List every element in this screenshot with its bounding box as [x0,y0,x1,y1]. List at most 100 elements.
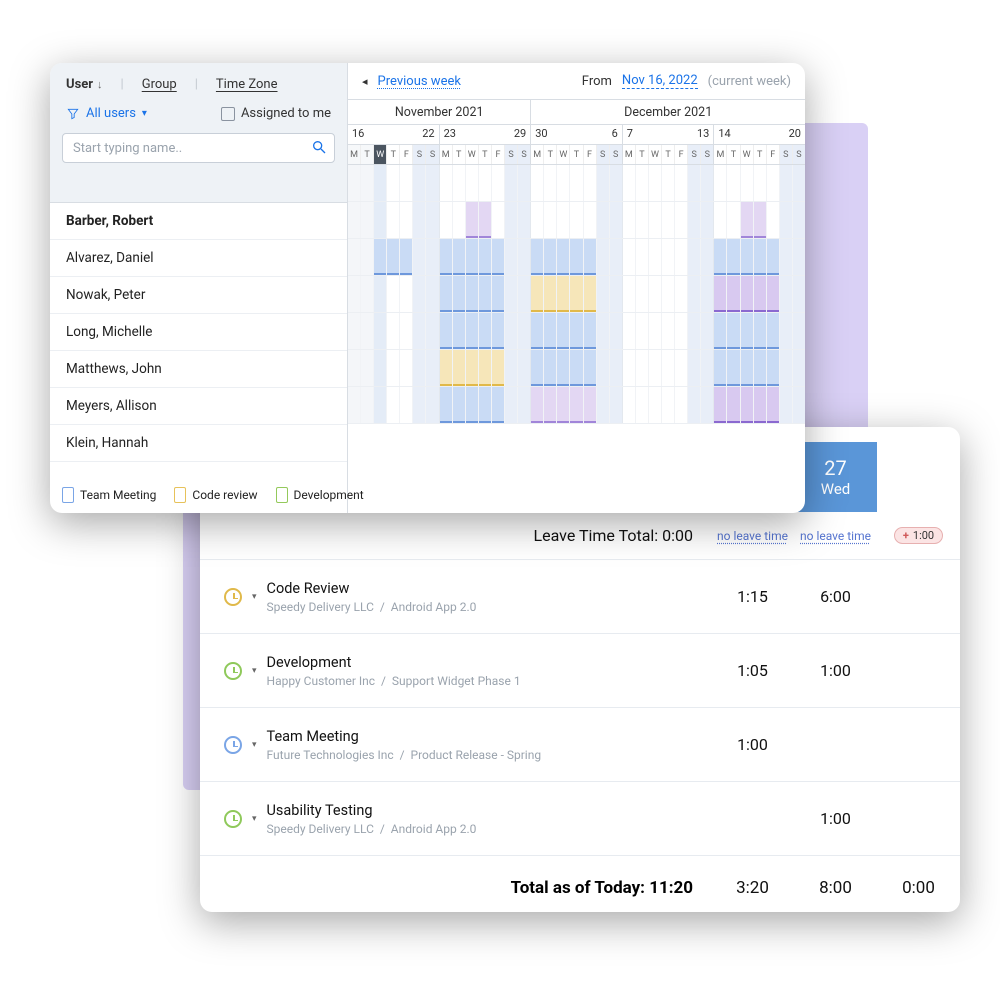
grid-cell[interactable] [584,313,597,349]
grid-cell[interactable] [610,313,622,349]
task-bar[interactable] [714,276,726,312]
grid-cell[interactable] [453,202,466,238]
user-row[interactable]: Barber, Robert [50,203,347,240]
grid-cell[interactable] [361,276,374,312]
grid-cell[interactable] [518,387,530,423]
task-bar[interactable] [531,350,543,386]
grid-cell[interactable] [400,387,413,423]
grid-cell[interactable] [466,239,479,275]
grid-cell[interactable] [780,350,793,386]
grid-cell[interactable] [361,202,374,238]
task-bar[interactable] [453,387,465,423]
grid-cell[interactable] [767,239,780,275]
grid-cell[interactable] [780,276,793,312]
grid-cell[interactable] [767,165,780,201]
grid-cell[interactable] [387,350,400,386]
grid-cell[interactable] [466,313,479,349]
grid-cell[interactable] [675,239,688,275]
grid-cell[interactable] [741,350,754,386]
grid-cell[interactable] [400,276,413,312]
caret-down-icon[interactable]: ▾ [252,814,257,824]
grid-cell[interactable] [754,202,767,238]
grid-cell[interactable] [348,202,361,238]
grid-cell[interactable] [387,239,400,275]
task-bar[interactable] [544,276,556,312]
task-bar[interactable] [492,239,504,275]
task-bar[interactable] [714,350,726,386]
grid-cell[interactable] [413,387,426,423]
task-bar[interactable] [754,239,766,275]
grid-cell[interactable] [466,276,479,312]
grid-cell[interactable] [754,239,767,275]
caret-down-icon[interactable]: ▾ [252,740,257,750]
grid-cell[interactable] [413,239,426,275]
grid-cell[interactable] [793,387,805,423]
grid-cell[interactable] [662,165,675,201]
task-bar[interactable] [440,313,452,349]
grid-cell[interactable] [544,313,557,349]
grid-cell[interactable] [557,165,570,201]
grid-cell[interactable] [610,276,622,312]
grid-cell[interactable] [440,165,453,201]
task-bar[interactable] [466,387,478,423]
grid-cell[interactable] [531,165,544,201]
task-bar[interactable] [453,313,465,349]
grid-cell[interactable] [400,239,413,275]
grid-cell[interactable] [675,165,688,201]
task-bar[interactable] [479,350,491,386]
grid-cell[interactable] [701,202,713,238]
grid-cell[interactable] [453,350,466,386]
grid-cell[interactable] [597,165,610,201]
grid-cell[interactable] [557,239,570,275]
filter-all-users[interactable]: All users ▾ [66,106,147,121]
grid-cell[interactable] [662,276,675,312]
task-bar[interactable] [714,313,726,349]
grid-cell[interactable] [413,165,426,201]
task-bar[interactable] [557,350,569,386]
grid-cell[interactable] [741,387,754,423]
grid-cell[interactable] [636,165,649,201]
grid-cell[interactable] [597,202,610,238]
time-cell[interactable]: 1:15 [711,587,794,606]
task-bar[interactable] [714,239,726,275]
filter-assigned[interactable]: Assigned to me [221,106,331,121]
day-col-next[interactable] [877,442,960,512]
grid-cell[interactable] [701,387,713,423]
grid-cell[interactable] [518,313,530,349]
grid-cell[interactable] [387,202,400,238]
grid-cell[interactable] [544,165,557,201]
grid-cell[interactable] [492,313,505,349]
grid-cell[interactable] [714,239,727,275]
grid-cell[interactable] [754,350,767,386]
grid-cell[interactable] [466,350,479,386]
task-bar[interactable] [741,202,753,238]
grid-cell[interactable] [453,387,466,423]
task-bar[interactable] [479,202,491,238]
user-row[interactable]: Meyers, Allison [50,388,347,425]
task-bar[interactable] [440,276,452,312]
task-bar[interactable] [584,387,596,423]
grid-cell[interactable] [584,387,597,423]
grid-cell[interactable] [636,202,649,238]
grid-cell[interactable] [426,239,438,275]
grid-cell[interactable] [714,350,727,386]
grid-cell[interactable] [557,276,570,312]
task-info[interactable]: ▾DevelopmentHappy Customer Inc / Support… [200,654,711,688]
grid-cell[interactable] [727,350,740,386]
task-bar[interactable] [570,350,582,386]
no-leave-link[interactable]: no leave time [717,529,788,543]
time-cell[interactable]: 1:00 [711,735,794,754]
grid-cell[interactable] [584,350,597,386]
caret-down-icon[interactable]: ▾ [252,666,257,676]
grid-cell[interactable] [649,387,662,423]
grid-cell[interactable] [675,202,688,238]
grid-cell[interactable] [374,387,387,423]
grid-cell[interactable] [610,387,622,423]
task-bar[interactable] [741,276,753,312]
grid-cell[interactable] [479,313,492,349]
grid-cell[interactable] [440,202,453,238]
grid-cell[interactable] [361,387,374,423]
grid-cell[interactable] [584,165,597,201]
grid-cell[interactable] [544,202,557,238]
grid-cell[interactable] [597,350,610,386]
